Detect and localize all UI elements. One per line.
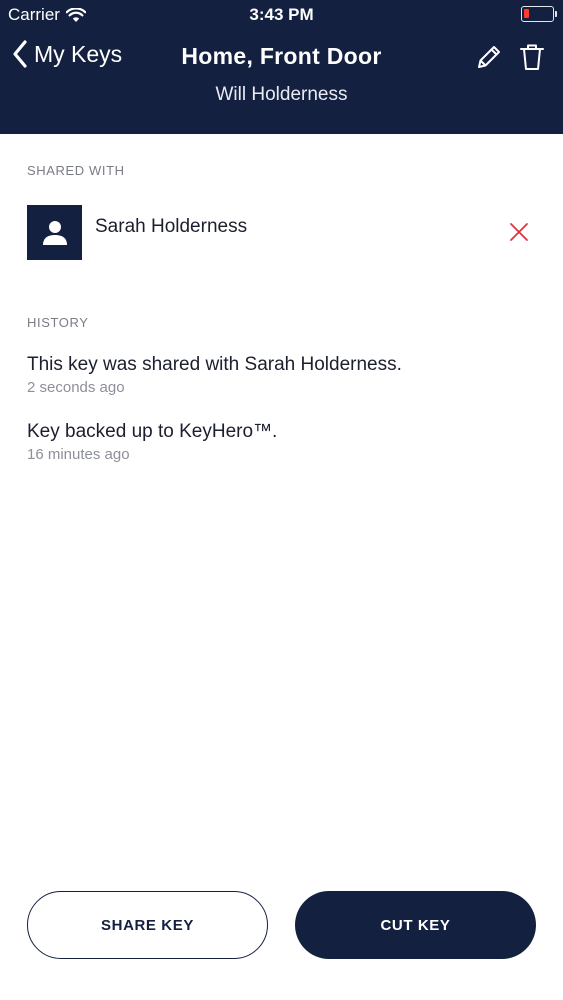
user-icon: [42, 220, 67, 245]
status-bar: Carrier 3:43 PM: [0, 0, 563, 30]
edit-button[interactable]: [474, 42, 504, 72]
delete-button[interactable]: [517, 42, 547, 72]
nav-header: Carrier 3:43 PM My Keys Home, Front Door…: [0, 0, 563, 134]
history-item: This key was shared with Sarah Holdernes…: [27, 354, 537, 396]
shared-user-row: Sarah Holderness: [27, 205, 537, 260]
history-time: 16 minutes ago: [27, 446, 130, 463]
avatar: [27, 205, 82, 260]
remove-user-button[interactable]: [507, 220, 531, 244]
history-time: 2 seconds ago: [27, 379, 125, 396]
cut-key-button[interactable]: CUT KEY: [295, 891, 536, 959]
battery-icon: [521, 6, 557, 22]
trash-icon: [520, 44, 544, 70]
shared-user-name: Sarah Holderness: [95, 216, 248, 237]
page-subtitle: Will Holderness: [215, 84, 348, 105]
battery-level: [524, 9, 529, 18]
pencil-icon: [478, 46, 500, 68]
history-item: Key backed up to KeyHero™. 16 minutes ag…: [27, 421, 537, 463]
close-icon: [510, 223, 528, 241]
history-text: This key was shared with Sarah Holdernes…: [27, 354, 402, 375]
shared-with-label: SHARED WITH: [27, 163, 125, 178]
history-label: HISTORY: [27, 315, 89, 330]
history-text: Key backed up to KeyHero™.: [27, 421, 278, 442]
share-key-button[interactable]: SHARE KEY: [27, 891, 268, 959]
status-time: 3:43 PM: [249, 5, 314, 24]
